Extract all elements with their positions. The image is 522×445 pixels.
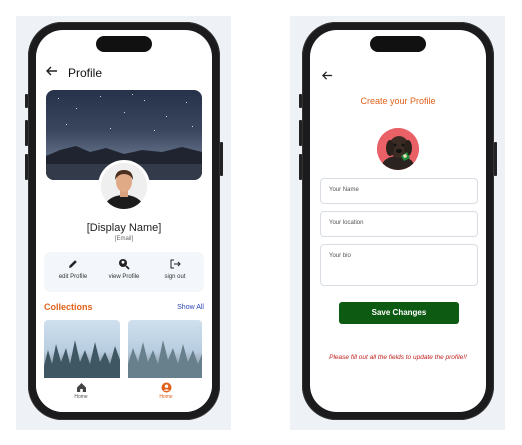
profile-screen: Profile [Display Name] [Email] edit Prof…: [36, 30, 212, 412]
phone-side-button: [494, 142, 497, 176]
page-title: Create your Profile: [360, 96, 436, 106]
email-text: [Email]: [114, 236, 134, 242]
sign-out-icon: [169, 258, 181, 270]
back-arrow-icon[interactable]: [46, 64, 58, 80]
edit-profile-label: edit Profile: [58, 274, 88, 280]
name-placeholder: Your Name: [329, 187, 359, 193]
sign-out-button[interactable]: sign out: [150, 258, 200, 280]
back-arrow-icon[interactable]: [322, 68, 333, 84]
nav-item-profile[interactable]: Home: [146, 382, 186, 400]
save-changes-button[interactable]: Save Changes: [339, 302, 459, 324]
bio-field[interactable]: Your bio: [320, 244, 478, 286]
create-profile-screen: Create your Profile Your Name Your locat…: [310, 30, 486, 412]
profile-icon: [161, 382, 172, 393]
nav-home-label: Home: [74, 394, 88, 400]
show-all-link[interactable]: Show All: [177, 304, 204, 311]
nav-item-home[interactable]: Home: [61, 382, 101, 400]
view-profile-label: view Profile: [108, 274, 140, 280]
phone-notch: [96, 36, 152, 52]
pencil-icon: [67, 258, 79, 270]
phone-frame-profile: Profile [Display Name] [Email] edit Prof…: [25, 22, 223, 420]
home-icon: [76, 382, 87, 393]
profile-picture[interactable]: [377, 128, 419, 170]
phone-notch: [370, 36, 426, 52]
location-placeholder: Your location: [329, 220, 364, 226]
phone-side-button: [299, 120, 302, 146]
page-title: Profile: [68, 66, 103, 80]
edit-profile-button[interactable]: edit Profile: [48, 258, 98, 280]
phone-side-button: [299, 94, 302, 108]
bio-placeholder: Your bio: [329, 253, 351, 259]
nav-profile-label: Home: [159, 394, 173, 400]
collections-heading: Collections: [44, 302, 93, 312]
phone-side-button: [25, 120, 28, 146]
display-name: [Display Name]: [86, 222, 162, 234]
avatar[interactable]: [98, 160, 150, 212]
phone-frame-create-profile: Create your Profile Your Name Your locat…: [299, 22, 497, 420]
bottom-nav: Home Home: [36, 378, 212, 412]
phone-side-button: [25, 94, 28, 108]
validation-warning: Please fill out all the fields to update…: [329, 354, 467, 361]
phone-side-button: [220, 142, 223, 176]
location-field[interactable]: Your location: [320, 211, 478, 237]
profile-action-bar: edit Profile view Profile sign out: [44, 252, 204, 292]
name-field[interactable]: Your Name: [320, 178, 478, 204]
phone-side-button: [299, 154, 302, 180]
sign-out-label: sign out: [164, 274, 186, 280]
phone-side-button: [25, 154, 28, 180]
magnifier-icon: [118, 258, 130, 270]
view-profile-button[interactable]: view Profile: [99, 258, 149, 280]
